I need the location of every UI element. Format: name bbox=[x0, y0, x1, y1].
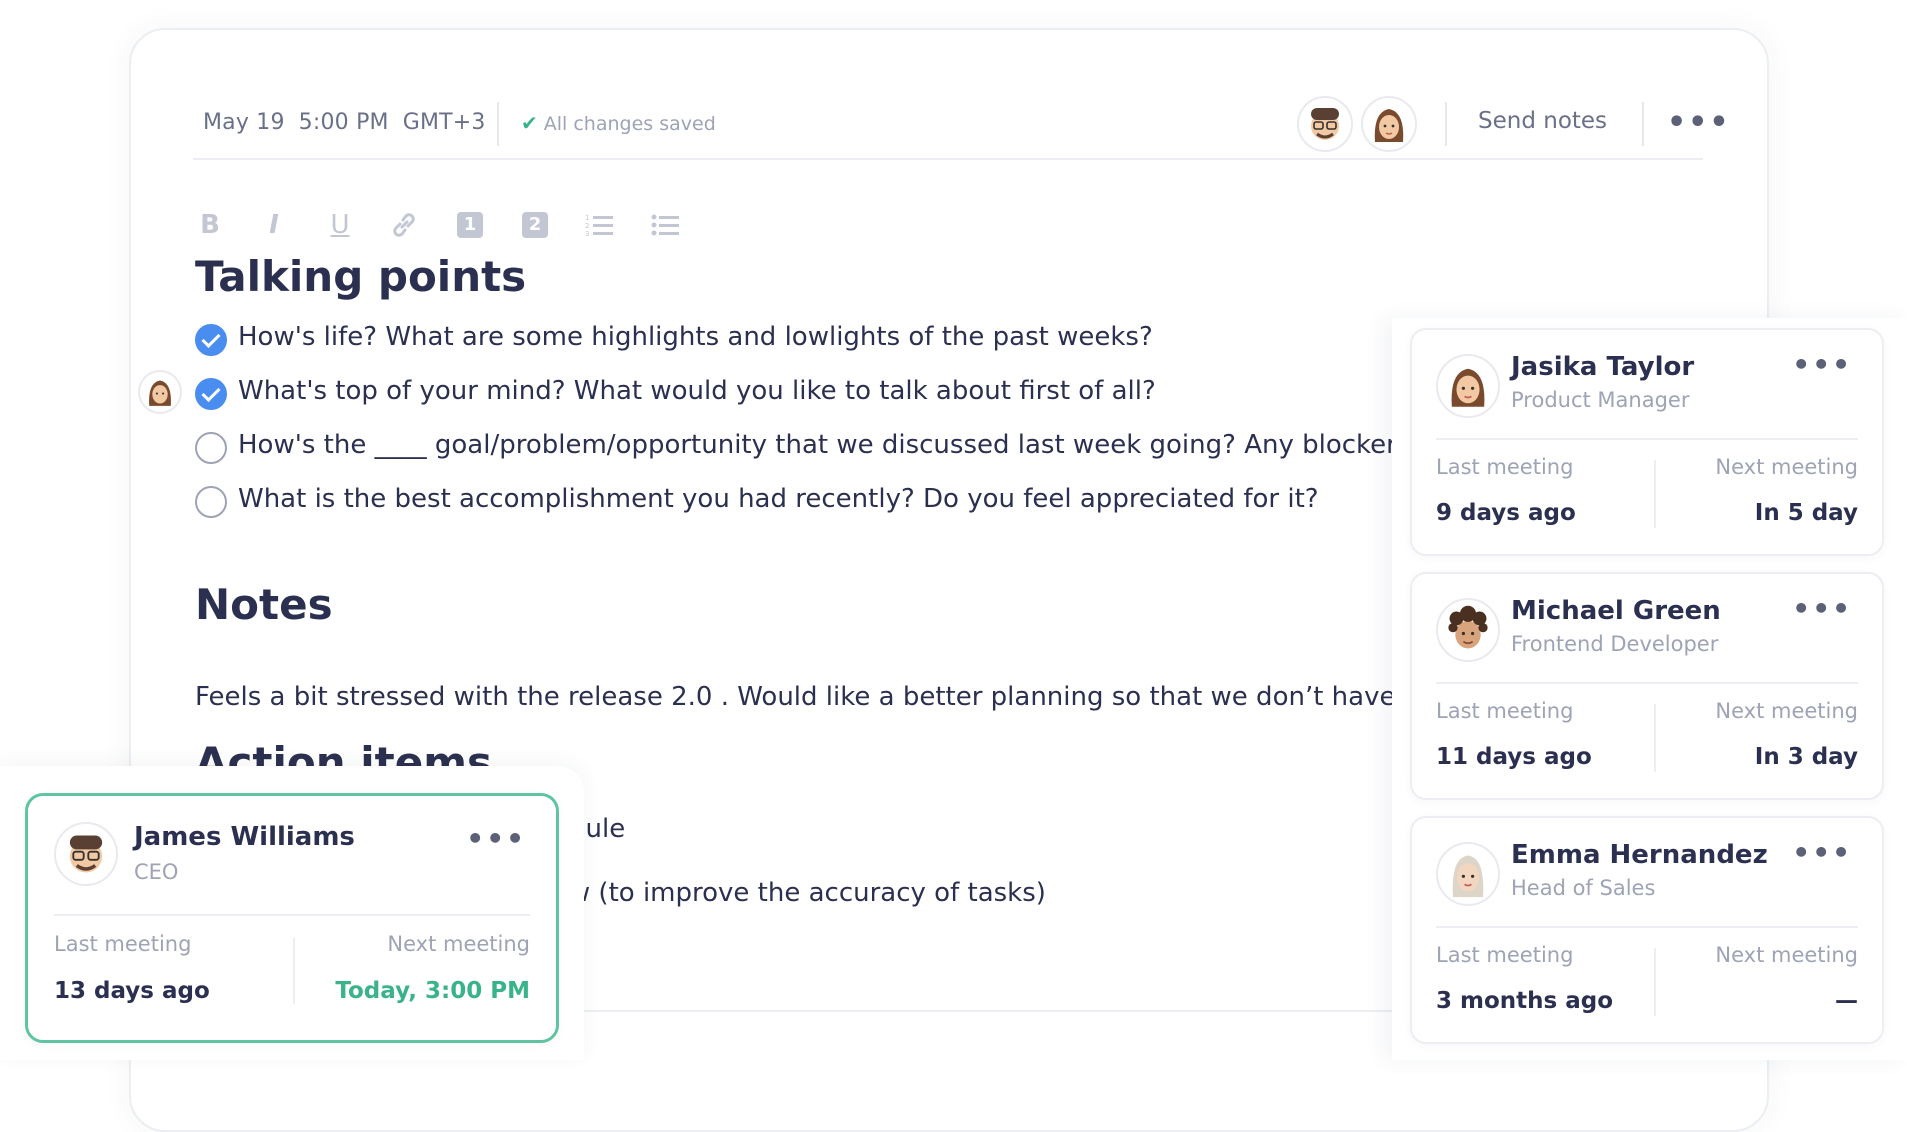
card-divider bbox=[1436, 926, 1858, 928]
send-notes-button[interactable]: Send notes bbox=[1478, 108, 1607, 134]
notes-text[interactable]: Feels a bit stressed with the release 2.… bbox=[195, 682, 1449, 712]
person-role: CEO bbox=[134, 860, 179, 884]
card-divider bbox=[1436, 682, 1858, 684]
more-options-icon[interactable]: ••• bbox=[1792, 348, 1852, 381]
bullet-list-icon bbox=[651, 214, 679, 236]
card-mid-divider bbox=[1654, 460, 1656, 528]
people-panel: Jasika Taylor Product Manager ••• Last m… bbox=[1392, 318, 1907, 1060]
person-role: Frontend Developer bbox=[1511, 632, 1719, 656]
next-meeting-label: Next meeting bbox=[1715, 455, 1858, 479]
document-header: May 19 5:00 PM GMT+3 ✔ All changes saved Se… bbox=[131, 30, 1767, 160]
person-card-james[interactable]: James Williams CEO ••• Last meeting Next… bbox=[25, 793, 559, 1043]
header-divider bbox=[1642, 102, 1644, 146]
document-bottom-separator bbox=[571, 1010, 1531, 1012]
underline-button[interactable]: U bbox=[323, 208, 357, 242]
italic-button[interactable]: I bbox=[257, 208, 291, 242]
talking-point-checkbox-1[interactable] bbox=[195, 324, 227, 356]
meeting-time: 5:00 PM bbox=[298, 110, 389, 135]
svg-text:2: 2 bbox=[585, 222, 589, 230]
italic-icon: I bbox=[269, 210, 279, 240]
talking-points-heading: Talking points bbox=[195, 252, 527, 301]
notes-heading: Notes bbox=[195, 580, 333, 629]
participant-avatar-jasika[interactable] bbox=[1361, 96, 1417, 152]
link-icon bbox=[393, 213, 415, 237]
ordered-list-icon: 123 bbox=[585, 214, 613, 238]
last-meeting-label: Last meeting bbox=[1436, 943, 1574, 967]
talking-point-2[interactable]: What's top of your mind? What would you … bbox=[238, 376, 1156, 406]
more-options-icon[interactable]: ••• bbox=[466, 822, 526, 855]
person-name: Michael Green bbox=[1511, 596, 1721, 626]
person-role: Head of Sales bbox=[1511, 876, 1656, 900]
avatar bbox=[1436, 842, 1500, 906]
last-meeting-label: Last meeting bbox=[54, 932, 192, 956]
svg-text:1: 1 bbox=[585, 214, 589, 222]
save-status-text: All changes saved bbox=[543, 113, 716, 135]
meeting-datetime: May 19 5:00 PM GMT+3 bbox=[203, 110, 500, 135]
last-meeting-value: 3 months ago bbox=[1436, 988, 1614, 1014]
talking-point-checkbox-4[interactable] bbox=[195, 486, 227, 518]
more-options-icon[interactable]: ••• bbox=[1792, 836, 1852, 869]
card-mid-divider bbox=[293, 938, 295, 1004]
next-meeting-label: Next meeting bbox=[1715, 699, 1858, 723]
person-card-emma[interactable]: Emma Hernandez Head of Sales ••• Last me… bbox=[1410, 816, 1884, 1044]
author-avatar bbox=[138, 370, 182, 414]
bold-button[interactable]: B bbox=[193, 208, 227, 242]
next-meeting-value: In 3 day bbox=[1754, 744, 1858, 770]
heading1-button[interactable]: 1 bbox=[453, 208, 487, 242]
avatar bbox=[1436, 598, 1500, 662]
meeting-date: May 19 bbox=[203, 110, 285, 135]
card-mid-divider bbox=[1654, 948, 1656, 1016]
heading2-icon: 2 bbox=[522, 212, 548, 238]
card-mid-divider bbox=[1654, 704, 1656, 772]
person-role: Product Manager bbox=[1511, 388, 1690, 412]
next-meeting-value: In 5 day bbox=[1754, 500, 1858, 526]
person-card-jasika[interactable]: Jasika Taylor Product Manager ••• Last m… bbox=[1410, 328, 1884, 556]
avatar bbox=[54, 822, 118, 886]
last-meeting-value: 11 days ago bbox=[1436, 744, 1592, 770]
underline-icon: U bbox=[330, 210, 350, 240]
ordered-list-button[interactable]: 123 bbox=[583, 208, 617, 242]
heading1-icon: 1 bbox=[457, 212, 483, 238]
last-meeting-label: Last meeting bbox=[1436, 699, 1574, 723]
more-options-icon[interactable]: ••• bbox=[1667, 108, 1731, 138]
more-options-icon[interactable]: ••• bbox=[1792, 592, 1852, 625]
last-meeting-label: Last meeting bbox=[1436, 455, 1574, 479]
talking-point-3[interactable]: How's the ____ goal/problem/opportunity … bbox=[238, 430, 1410, 460]
check-icon: ✔ bbox=[521, 111, 538, 135]
bold-icon: B bbox=[200, 210, 220, 240]
person-name: James Williams bbox=[134, 822, 355, 852]
svg-text:3: 3 bbox=[585, 230, 589, 238]
last-meeting-value: 9 days ago bbox=[1436, 500, 1576, 526]
bullet-list-button[interactable] bbox=[649, 208, 683, 242]
next-meeting-value: — bbox=[1835, 988, 1858, 1014]
link-button[interactable] bbox=[387, 208, 421, 242]
card-divider bbox=[1436, 438, 1858, 440]
header-separator bbox=[193, 158, 1703, 160]
talking-point-checkbox-3[interactable] bbox=[195, 432, 227, 464]
meeting-timezone: GMT+3 bbox=[402, 110, 486, 135]
next-meeting-label: Next meeting bbox=[387, 932, 530, 956]
talking-point-checkbox-2[interactable] bbox=[195, 378, 227, 410]
talking-point-4[interactable]: What is the best accomplishment you had … bbox=[238, 484, 1319, 514]
header-divider bbox=[497, 102, 499, 146]
last-meeting-value: 13 days ago bbox=[54, 978, 210, 1004]
next-meeting-value: Today, 3:00 PM bbox=[335, 978, 530, 1004]
person-name: Jasika Taylor bbox=[1511, 352, 1695, 382]
header-divider bbox=[1445, 102, 1447, 146]
person-card-michael[interactable]: Michael Green Frontend Developer ••• Las… bbox=[1410, 572, 1884, 800]
heading2-button[interactable]: 2 bbox=[518, 208, 552, 242]
card-divider bbox=[54, 914, 530, 916]
talking-point-1[interactable]: How's life? What are some highlights and… bbox=[238, 322, 1153, 352]
person-name: Emma Hernandez bbox=[1511, 840, 1768, 870]
action-item-2[interactable]: ow (to improve the accuracy of tasks) bbox=[553, 878, 1046, 908]
next-meeting-label: Next meeting bbox=[1715, 943, 1858, 967]
avatar bbox=[1436, 354, 1500, 418]
participant-avatar-james[interactable] bbox=[1297, 96, 1353, 152]
save-status: ✔ All changes saved bbox=[521, 111, 716, 135]
